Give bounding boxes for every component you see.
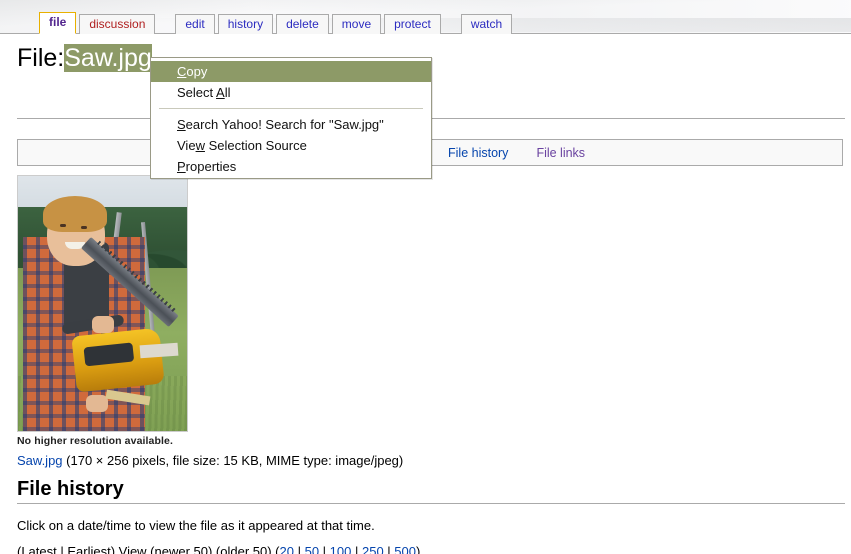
copy-label-rest: opy <box>186 64 208 79</box>
tab-file-label: file <box>49 15 67 29</box>
file-preview-image[interactable] <box>17 175 188 432</box>
nav-sep-3: | <box>351 544 362 554</box>
file-name-link[interactable]: Saw.jpg <box>17 453 63 468</box>
nav-limit-100[interactable]: 100 <box>330 544 352 554</box>
file-history-instruction: Click on a date/time to view the file as… <box>17 518 375 533</box>
nav-prefix: (Latest | Earliest) View (newer 50) (old… <box>17 544 280 554</box>
nav-limit-250[interactable]: 250 <box>362 544 384 554</box>
tab-edit-label: edit <box>185 17 205 31</box>
page-title-selected-text: Saw.jpg <box>64 44 152 72</box>
tab-edit[interactable]: edit <box>175 14 215 34</box>
no-higher-resolution-text: No higher resolution available. <box>17 435 173 447</box>
page-title-prefix: File: <box>17 44 65 72</box>
nav-limit-500[interactable]: 500 <box>394 544 416 554</box>
search-label-rest: earch Yahoo! Search for "Saw.jpg" <box>185 117 384 132</box>
tab-protect-label: protect <box>394 17 431 31</box>
nav-sep-2: | <box>319 544 330 554</box>
view-label-pre: Vie <box>177 138 196 153</box>
tab-file[interactable]: file <box>39 12 77 34</box>
photo-hand-upper <box>92 316 115 334</box>
copy-accel-char: C <box>177 64 187 79</box>
context-menu-item-view-selection-source[interactable]: View Selection Source <box>151 135 431 156</box>
nav-suffix: ) <box>416 544 421 554</box>
context-menu[interactable]: Copy Select All Search Yahoo! Search for… <box>150 57 432 179</box>
file-history-nav: (Latest | Earliest) View (newer 50) (old… <box>17 544 420 554</box>
file-toolbar-links: File history File links <box>448 146 613 160</box>
context-menu-item-copy[interactable]: Copy <box>151 61 431 82</box>
file-history-heading: File history <box>17 478 845 504</box>
tab-delete[interactable]: delete <box>276 14 329 34</box>
photo-hand-lower <box>85 395 108 413</box>
tab-discussion[interactable]: discussion <box>79 14 156 34</box>
select-all-accel-char: A <box>216 85 225 100</box>
tab-history-label: history <box>227 17 264 31</box>
context-menu-separator <box>159 108 423 109</box>
nav-limit-20[interactable]: 20 <box>280 544 294 554</box>
tab-history[interactable]: history <box>217 14 274 34</box>
file-info-details: (170 × 256 pixels, file size: 15 KB, MIM… <box>62 453 404 468</box>
properties-accel-char: P <box>177 159 186 174</box>
page-tabs: file discussion edit history delete move… <box>0 12 513 34</box>
photo-hair <box>43 196 108 233</box>
nav-sep-1: | <box>293 544 305 554</box>
properties-label-rest: roperties <box>185 159 237 174</box>
tab-delete-label: delete <box>286 17 319 31</box>
context-menu-item-search-yahoo[interactable]: Search Yahoo! Search for "Saw.jpg" <box>151 114 431 135</box>
search-accel-char: S <box>177 117 186 132</box>
file-info-line: Saw.jpg (170 × 256 pixels, file size: 15… <box>17 453 403 468</box>
tab-move[interactable]: move <box>331 14 382 34</box>
nav-limit-50[interactable]: 50 <box>305 544 319 554</box>
link-file-history[interactable]: File history <box>448 146 508 160</box>
select-all-label-pre: Select <box>177 85 217 100</box>
context-menu-item-properties[interactable]: Properties <box>151 156 431 177</box>
context-menu-item-select-all[interactable]: Select All <box>151 82 431 103</box>
tab-move-label: move <box>341 17 372 31</box>
tab-watch-label: watch <box>470 17 503 31</box>
photo-chainsaw-body <box>71 327 165 392</box>
link-file-links[interactable]: File links <box>536 146 585 160</box>
view-accel-char: w <box>195 138 205 153</box>
browser-page: file discussion edit history delete move… <box>0 0 851 554</box>
nav-sep-4: | <box>383 544 395 554</box>
tab-discussion-label: discussion <box>89 17 146 31</box>
view-label-rest: Selection Source <box>204 138 307 153</box>
photo-eye-right <box>80 225 87 229</box>
tab-watch[interactable]: watch <box>460 14 513 34</box>
tab-protect[interactable]: protect <box>384 14 441 34</box>
photo-man-with-chainsaw <box>18 176 187 431</box>
select-all-label-rest: ll <box>224 85 231 100</box>
